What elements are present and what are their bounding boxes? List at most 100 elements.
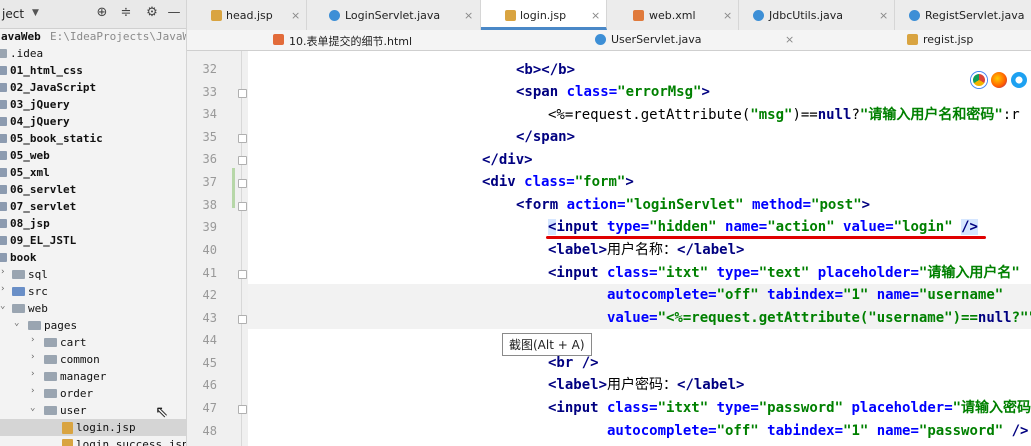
chevron-right-icon[interactable]: › [30,369,40,379]
line-number: 33 [202,85,217,99]
tab-userservlet-java[interactable]: UserServlet.java × [595,30,795,50]
tree-item-module[interactable]: 06_servlet [0,181,186,198]
tab-web-xml[interactable]: web.xml × [607,0,739,30]
fold-marker-icon[interactable] [238,134,247,143]
module-icon [0,117,7,126]
chevron-down-icon[interactable]: ▼ [32,8,39,18]
tree-item-module[interactable]: 08_jsp [0,215,186,232]
close-icon[interactable]: × [464,9,473,22]
jsp-file-icon [62,439,73,446]
tree-item-label: 07_servlet [10,200,77,213]
chevron-right-icon[interactable]: › [30,352,40,362]
locate-icon[interactable]: ⊕ [94,5,110,20]
code-token: )== [792,107,818,123]
close-icon[interactable]: × [785,33,794,46]
chevron-right-icon[interactable]: › [0,284,10,294]
tree-item-label: login.jsp [76,421,136,434]
code-token: <span [516,84,559,100]
project-panel-title[interactable]: ject [2,7,24,21]
tree-item-label: order [60,387,94,400]
tab-registservlet-java[interactable]: RegistServlet.java [895,0,1031,30]
tree-item-folder[interactable]: ⌄ pages [0,317,186,334]
fold-marker-icon[interactable] [238,179,247,188]
chevron-right-icon[interactable]: › [30,335,40,345]
browser-preview-bar [965,70,1031,92]
code-token: 用户名称： [607,242,678,258]
tab-loginservlet-java[interactable]: LoginServlet.java × [307,0,481,30]
folder-icon [28,321,41,330]
tree-item-folder[interactable]: › order [0,385,186,402]
jsp-file-icon [211,10,222,21]
chevron-down-icon[interactable]: ⌄ [30,403,40,413]
code-token: "请输入密码 [952,400,1031,416]
code-token: "loginServlet" [625,197,744,213]
tree-item-folder[interactable]: ⌄ web [0,300,186,317]
tree-item-module[interactable]: 01_html_css [0,62,186,79]
chevron-down-icon[interactable]: ⌄ [14,318,24,328]
fold-marker-icon[interactable] [238,405,247,414]
red-underline-annotation [546,236,986,239]
code-line-40: <label>用户名称：</label> [548,240,744,260]
tree-item-idea[interactable]: .idea [0,45,186,62]
close-icon[interactable]: × [723,9,732,22]
chevron-down-icon[interactable]: ⌄ [0,301,10,311]
tree-item-file-selected[interactable]: login.jsp [0,419,186,436]
tab-login-jsp[interactable]: login.jsp × [481,0,607,30]
module-icon [0,100,7,109]
tree-item-module[interactable]: 05_book_static [0,130,186,147]
code-token: "itxt" [657,265,709,281]
firefox-icon[interactable] [991,72,1007,88]
tab-form-details-html[interactable]: 10.表单提交的细节.html [273,30,463,50]
hide-panel-icon[interactable]: — [166,5,182,20]
tab-head-jsp[interactable]: head.jsp × [187,0,307,30]
tree-item-file[interactable]: login_success.jsp [0,436,186,446]
tree-item-folder[interactable]: › common [0,351,186,368]
gutter-divider [241,51,242,446]
fold-marker-icon[interactable] [238,89,247,98]
tree-item-module[interactable]: book [0,249,186,266]
class-file-icon [595,34,606,45]
code-token: name= [868,423,919,439]
tree-item-module[interactable]: 09_EL_JSTL [0,232,186,249]
gear-icon[interactable]: ⚙ [144,5,160,20]
close-icon[interactable]: × [879,9,888,22]
close-icon[interactable]: × [591,9,600,22]
folder-icon [0,49,7,58]
tree-item-folder[interactable]: › manager [0,368,186,385]
close-icon[interactable]: × [291,9,300,22]
tree-item-label: user [60,404,87,417]
tree-item-module[interactable]: 03_jQuery [0,96,186,113]
folder-icon [44,406,57,415]
tab-jdbcutils-java[interactable]: JdbcUtils.java × [739,0,895,30]
folder-icon [44,389,57,398]
fold-marker-icon[interactable] [238,315,247,324]
fold-marker-icon[interactable] [238,202,247,211]
vcs-change-marker[interactable] [232,168,235,208]
chevron-right-icon[interactable]: › [0,267,10,277]
code-line-47: <input class="itxt" type="password" plac… [548,398,1031,418]
tree-item-module[interactable]: 05_xml [0,164,186,181]
tree-item-module[interactable]: 05_web [0,147,186,164]
tab-regist-jsp[interactable]: regist.jsp [895,30,1031,50]
module-icon [0,168,7,177]
code-token: ?"" [1011,310,1031,326]
code-line-45: <br /> [548,353,599,373]
chrome-icon[interactable] [971,72,987,88]
tree-item-folder[interactable]: › sql [0,266,186,283]
tree-item-folder[interactable]: › src [0,283,186,300]
collapse-all-icon[interactable]: ≑ [118,5,134,20]
code-token: "password" [918,423,1004,439]
code-token: placeholder= [809,265,919,281]
ie-icon[interactable] [1011,72,1027,88]
code-token: null [977,310,1012,326]
tree-item-project[interactable]: avaWeb E:\IdeaProjects\JavaWe [0,28,186,45]
fold-marker-icon[interactable] [238,156,247,165]
tree-item-folder[interactable]: › cart [0,334,186,351]
chevron-right-icon[interactable]: › [30,386,40,396]
fold-marker-icon[interactable] [238,270,247,279]
tree-item-module[interactable]: 04_jQuery [0,113,186,130]
line-number: 47 [202,401,217,415]
tree-item-module[interactable]: 07_servlet [0,198,186,215]
code-line-33: <span class="errorMsg"> [516,82,710,102]
tree-item-module[interactable]: 02_JavaScript [0,79,186,96]
